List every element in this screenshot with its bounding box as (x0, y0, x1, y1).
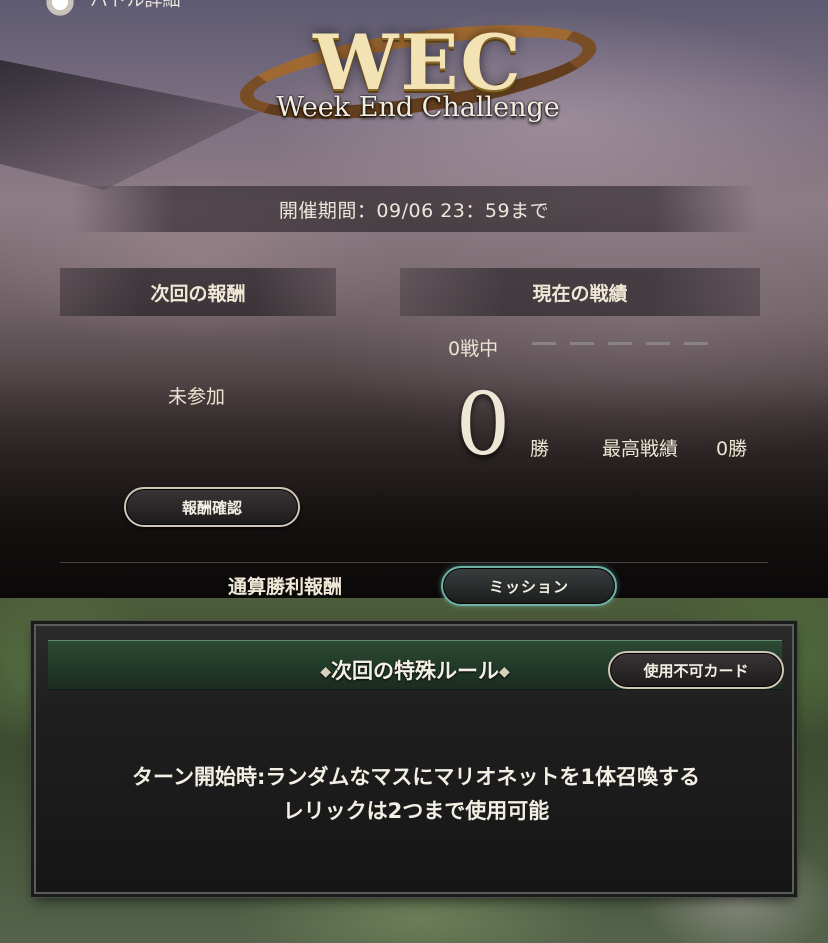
ornament-left-icon: ◆ (320, 664, 331, 680)
tab-total-win-rewards[interactable]: 通算勝利報酬 (228, 572, 342, 599)
wins-unit-label: 勝 (530, 438, 550, 460)
special-rule-panel: ◆次回の特殊ルール◆ 使用不可カード ターン開始時:ランダムなマスにマリオネット… (34, 624, 794, 894)
battle-slot (570, 342, 594, 345)
event-period: 開催期間：09/06 23：59まで (70, 186, 758, 232)
special-rule-header: ◆次回の特殊ルール◆ 使用不可カード (48, 640, 784, 690)
participation-status: 未参加 (168, 386, 226, 408)
wec-logo: WEC Week End Challenge (234, 7, 602, 137)
battle-slot (684, 342, 708, 345)
special-rule-line: レリックは2つまで使用可能 (282, 799, 550, 823)
tab-mission[interactable]: ミッション (441, 566, 617, 606)
top-header: バトル詳細 (44, 0, 181, 18)
header-title: バトル詳細 (90, 0, 181, 11)
ornament-right-icon: ◆ (499, 664, 510, 680)
reward-confirm-button[interactable]: 報酬確認 (124, 487, 300, 527)
battle-slot (608, 342, 632, 345)
best-record-value: 0勝 (716, 438, 748, 460)
special-rule-line: ターン開始時:ランダムなマスにマリオネットを1体召喚する (132, 765, 700, 789)
current-wins-value: 0 (455, 375, 511, 475)
battle-slot (532, 342, 556, 345)
battles-in-progress: 0戦中 (448, 338, 499, 360)
special-rule-title-text: 次回の特殊ルール (331, 659, 499, 683)
battle-progress-slots (532, 342, 708, 345)
current-record-heading: 現在の戦績 (400, 268, 760, 316)
battle-slot (646, 342, 670, 345)
next-reward-heading: 次回の報酬 (60, 268, 336, 316)
best-record-label: 最高戦績 (602, 438, 679, 460)
tab-divider (60, 562, 768, 563)
logo-subtitle: Week End Challenge (276, 92, 560, 123)
special-rule-text: ターン開始時:ランダムなマスにマリオネットを1体召喚する レリックは2つまで使用… (36, 760, 796, 828)
unusable-cards-button[interactable]: 使用不可カード (608, 651, 784, 689)
